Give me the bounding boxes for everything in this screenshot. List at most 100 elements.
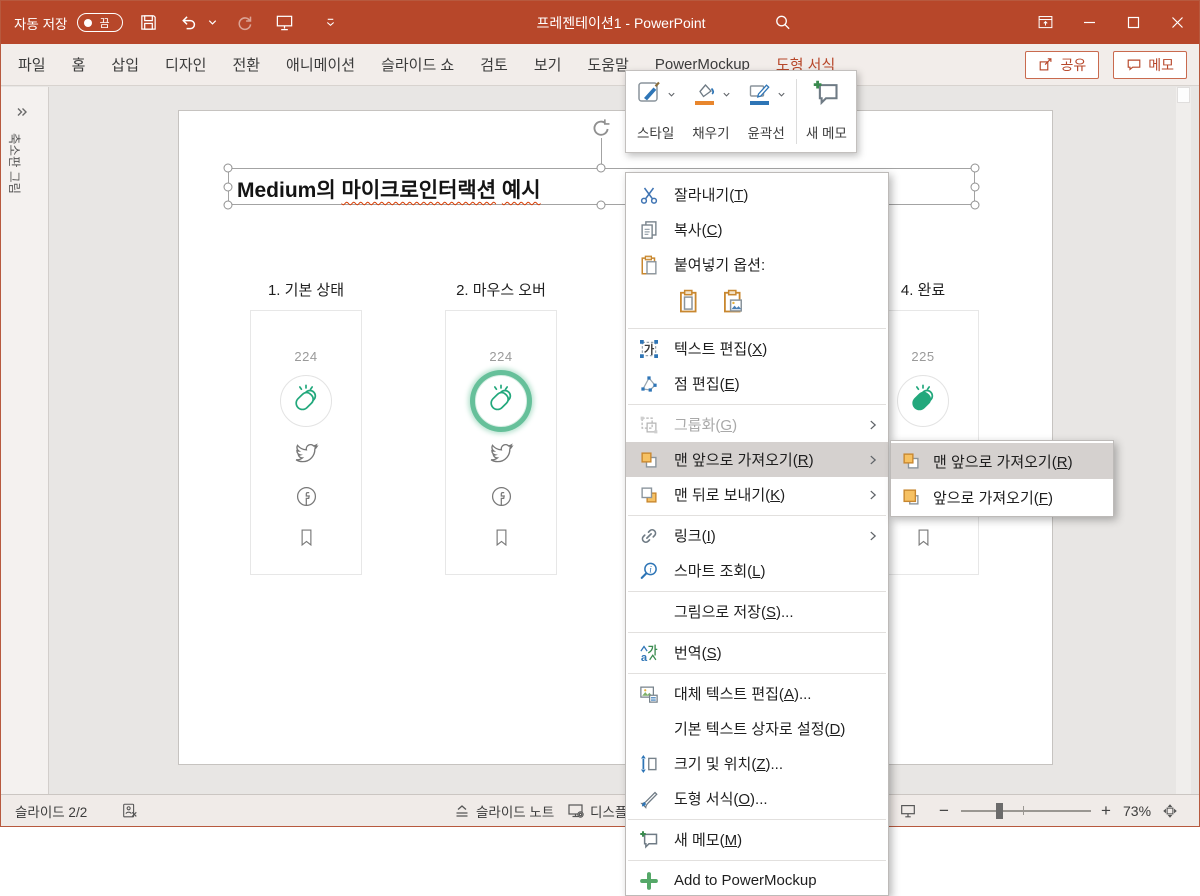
undo-icon[interactable]: [173, 8, 203, 38]
selection-handle[interactable]: [970, 200, 980, 210]
fit-slide-to-window-icon[interactable]: [1161, 795, 1179, 827]
style-button[interactable]: 스타일: [628, 75, 683, 148]
tab-slideshow[interactable]: 슬라이드 쇼: [368, 44, 467, 86]
new-comment-button[interactable]: 새 메모: [799, 75, 854, 148]
paste-keep-source-button[interactable]: [674, 289, 704, 319]
undo-dropdown-icon[interactable]: [205, 8, 219, 38]
save-icon[interactable]: [133, 8, 163, 38]
zoom-out-button[interactable]: −: [939, 795, 949, 827]
chevron-down-icon[interactable]: [722, 86, 731, 104]
menu-separator: [628, 859, 886, 861]
zoom-slider-track[interactable]: [961, 810, 1091, 812]
tab-animations[interactable]: 애니메이션: [273, 44, 368, 86]
share-button[interactable]: 공유: [1025, 51, 1100, 79]
search-icon[interactable]: [767, 8, 797, 38]
maximize-button[interactable]: [1111, 1, 1155, 44]
close-button[interactable]: [1155, 1, 1199, 44]
clap-button[interactable]: [897, 375, 949, 427]
window-title: 프레젠테이션1 - PowerPoint: [536, 14, 706, 31]
paste-as-picture-button[interactable]: [718, 289, 748, 319]
comments-button[interactable]: 메모: [1113, 51, 1187, 79]
facebook-icon: [295, 485, 318, 513]
zoom-level[interactable]: 73%: [1123, 795, 1151, 827]
submenu-item-label: 맨 앞으로 가져오기(R): [933, 453, 1073, 471]
menu-item-size-position[interactable]: 크기 및 위치(Z)...: [626, 746, 888, 781]
chevron-down-icon[interactable]: [667, 86, 676, 104]
rotate-handle-icon[interactable]: [590, 118, 612, 140]
tab-review[interactable]: 검토: [467, 44, 521, 86]
menu-item-new-comment[interactable]: 새 메모(M): [626, 822, 888, 857]
tab-view[interactable]: 보기: [521, 44, 575, 86]
expand-pane-icon[interactable]: [15, 105, 29, 124]
add-icon: [639, 871, 659, 891]
tab-home[interactable]: 홈: [59, 44, 99, 86]
scrollbar-top-button[interactable]: [1177, 87, 1190, 103]
notes-button[interactable]: 슬라이드 노트: [453, 795, 554, 827]
ribbon-display-options-icon[interactable]: [1023, 1, 1067, 44]
tab-insert[interactable]: 삽입: [98, 44, 152, 86]
menu-item-label: 그림으로 저장(S)...: [674, 604, 794, 621]
menu-item-paste-options-label[interactable]: 붙여넣기 옵션:: [626, 247, 888, 282]
edit-points-icon: [639, 374, 659, 394]
selection-handle[interactable]: [223, 163, 233, 173]
menu-item-translate[interactable]: a 가 번역(S): [626, 635, 888, 670]
slideshow-view-icon[interactable]: [899, 795, 917, 827]
zoom-slider-thumb[interactable]: [996, 803, 1003, 819]
menu-item-format-shape[interactable]: 도형 서식(O)...: [626, 781, 888, 816]
menu-item-edit-text[interactable]: 가 텍스트 편집(X): [626, 331, 888, 366]
customize-qat-icon[interactable]: [315, 8, 345, 38]
zoom-in-button[interactable]: +: [1101, 795, 1111, 827]
thumbnail-pane-collapsed[interactable]: 축소판 그림: [1, 87, 49, 794]
menu-item-edit-points[interactable]: 점 편집(E): [626, 366, 888, 401]
submenu-item-bring-forward[interactable]: 앞으로 가져오기(F): [891, 479, 1113, 515]
no-icon: [639, 602, 659, 622]
selection-handle[interactable]: [223, 200, 233, 210]
menu-item-label: 크기 및 위치(Z)...: [674, 756, 784, 773]
style-iconrow: [636, 80, 676, 110]
toggle-dot-icon: [84, 18, 93, 27]
card-label-default: 1. 기본 상태: [267, 282, 345, 299]
ribbon-actions: 공유 메모: [1025, 51, 1187, 79]
menu-item-set-default-textbox[interactable]: 기본 텍스트 상자로 설정(D): [626, 711, 888, 746]
card-default[interactable]: 224: [250, 310, 362, 575]
menu-item-label: 번역(S): [674, 645, 722, 662]
outline-button[interactable]: 윤곽선: [739, 75, 794, 148]
menu-item-label: 텍스트 편집(X): [674, 341, 768, 358]
fill-iconrow: [691, 80, 731, 110]
selection-handle[interactable]: [970, 182, 980, 191]
menu-item-save-as-picture[interactable]: 그림으로 저장(S)...: [626, 594, 888, 629]
accessibility-icon[interactable]: [121, 795, 139, 827]
share-label: 공유: [1060, 57, 1087, 73]
menu-item-cut[interactable]: 잘라내기(T): [626, 177, 888, 212]
chevron-down-icon[interactable]: [777, 86, 786, 104]
menu-item-send-to-back[interactable]: 맨 뒤로 보내기(K): [626, 477, 888, 512]
selection-handle[interactable]: [223, 182, 233, 191]
menu-item-edit-alt-text[interactable]: 대체 텍스트 편집(A)...: [626, 676, 888, 711]
menu-item-bring-to-front[interactable]: 맨 앞으로 가져오기(R): [626, 442, 888, 477]
title-part-misspelled: 마이크로인터랙션: [341, 179, 497, 202]
menu-item-label: 붙여넣기 옵션:: [674, 257, 766, 274]
vertical-scrollbar[interactable]: [1176, 87, 1191, 794]
menu-item-link[interactable]: 링크(I): [626, 518, 888, 553]
no-icon: [639, 719, 659, 739]
tab-transitions[interactable]: 전환: [219, 44, 273, 86]
slide-title-text[interactable]: Medium의 마이크로인터랙션 예시: [237, 174, 541, 204]
menu-item-add-to-powermockup[interactable]: Add to PowerMockup: [626, 863, 888, 895]
menu-item-copy[interactable]: 복사(C): [626, 212, 888, 247]
fill-button[interactable]: 채우기: [683, 75, 738, 148]
minimize-button[interactable]: [1067, 1, 1111, 44]
selection-handle[interactable]: [596, 200, 606, 210]
selection-handle[interactable]: [596, 163, 606, 173]
start-slideshow-icon[interactable]: [269, 8, 299, 38]
selection-handle[interactable]: [970, 163, 980, 173]
tab-file[interactable]: 파일: [5, 44, 59, 86]
card-hover[interactable]: 224: [445, 310, 557, 575]
menu-item-smart-lookup[interactable]: i 스마트 조회(L): [626, 553, 888, 588]
clap-button[interactable]: [280, 375, 332, 427]
send-back-icon: [639, 485, 659, 505]
autosave-toggle[interactable]: 끔: [77, 13, 124, 32]
submenu-item-bring-to-front[interactable]: 맨 앞으로 가져오기(R): [891, 443, 1113, 479]
bring-forward-icon: [901, 487, 921, 507]
clap-button[interactable]: [475, 375, 527, 427]
tab-design[interactable]: 디자인: [152, 44, 219, 86]
